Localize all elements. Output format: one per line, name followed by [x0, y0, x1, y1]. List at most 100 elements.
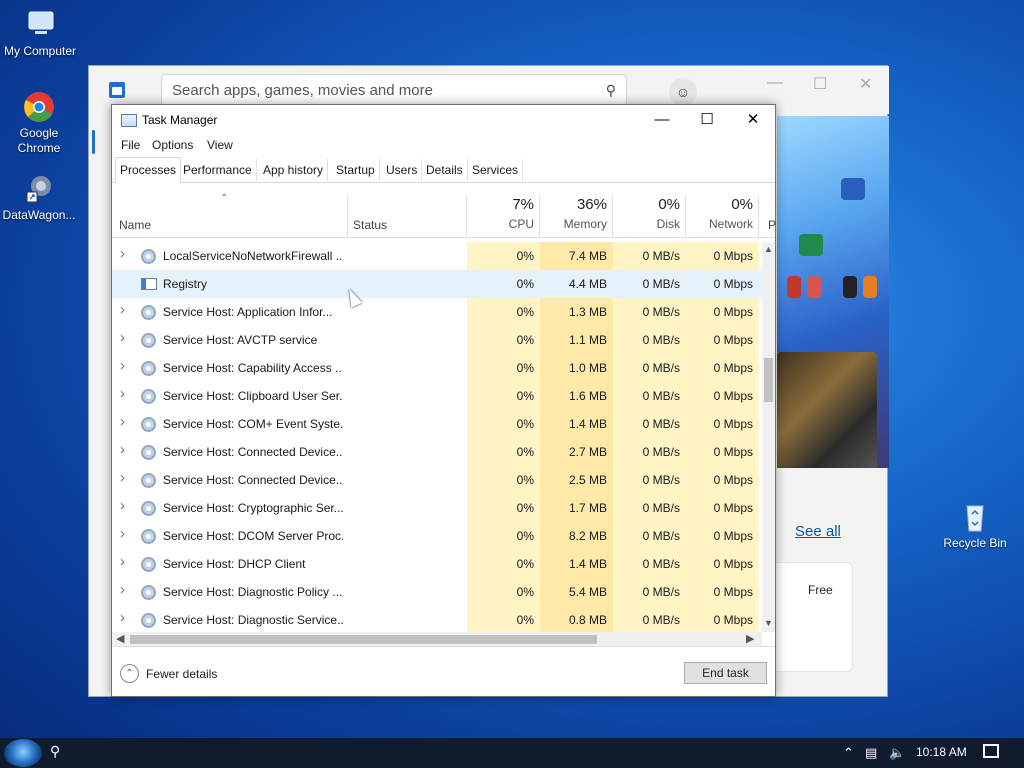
close-icon[interactable]: ✕ [731, 109, 775, 131]
process-disk: 0 MB/s [642, 277, 680, 291]
chevron-right-icon[interactable]: › [120, 413, 125, 430]
tab-performance[interactable]: Performance [179, 159, 257, 183]
column-divider[interactable] [347, 196, 348, 238]
table-row[interactable]: › Service Host: Connected Device... 0% 2.5 … [112, 466, 762, 494]
column-power-partial[interactable]: P [768, 218, 776, 232]
minimize-icon[interactable]: — [767, 74, 783, 92]
desktop-icon-label: My Computer [3, 44, 77, 58]
process-list: › LocalServiceNoNetworkFirewall ... 0% 7.4 … [112, 242, 762, 632]
vertical-scrollbar[interactable]: ▲ ▼ [762, 242, 775, 632]
footer: ⌃ Fewer details End task [112, 646, 775, 696]
desktop-icon-google-chrome[interactable]: Google Chrome [0, 90, 79, 156]
table-row[interactable]: › Service Host: AVCTP service 0% 1.1 MB 0 MB… [112, 326, 762, 354]
table-row[interactable]: › Service Host: Connected Device... 0% 2.7 … [112, 438, 762, 466]
table-row[interactable]: › Service Host: Capability Access ... 0% 1.… [112, 354, 762, 382]
table-row[interactable]: › Service Host: COM+ Event Syste... 0% 1.4 … [112, 410, 762, 438]
gear-icon [141, 305, 156, 320]
process-memory: 8.2 MB [568, 529, 607, 543]
chevron-right-icon[interactable]: › [120, 581, 125, 598]
process-memory: 1.1 MB [568, 333, 607, 347]
process-cpu: 0% [516, 473, 534, 487]
game-artwork[interactable] [777, 352, 877, 468]
store-hero-banner[interactable] [777, 116, 889, 468]
process-memory: 1.4 MB [568, 557, 607, 571]
desktop-icon-recycle-bin[interactable]: Recycle Bin [935, 500, 1015, 551]
menu-options[interactable]: Options [152, 138, 193, 152]
search-icon[interactable]: ⚲ [50, 743, 60, 760]
column-status[interactable]: Status [353, 218, 387, 232]
process-network: 0 Mbps [713, 333, 753, 347]
scroll-thumb[interactable] [130, 635, 597, 644]
account-icon[interactable]: ☺ [669, 78, 697, 106]
chevron-right-icon[interactable]: › [120, 497, 125, 514]
column-network[interactable]: 0% Network [681, 196, 753, 231]
chevron-up-icon[interactable]: ⌃ [120, 664, 139, 683]
table-row[interactable]: Registry 0% 4.4 MB 0 MB/s 0 Mbps [112, 270, 762, 298]
table-row[interactable]: › Service Host: DHCP Client 0% 1.4 MB 0 MB/s… [112, 550, 762, 578]
see-all-link[interactable]: See all [795, 523, 841, 540]
column-cpu[interactable]: 7% CPU [462, 196, 534, 231]
desktop-icon-my-computer[interactable]: My Computer [0, 8, 80, 59]
chevron-right-icon[interactable]: › [120, 357, 125, 374]
table-row[interactable]: › Service Host: DCOM Server Proc... 0% 8.2 … [112, 522, 762, 550]
chevron-right-icon[interactable]: › [120, 553, 125, 570]
chevron-right-icon[interactable]: › [120, 609, 125, 626]
chevron-right-icon[interactable]: › [120, 301, 125, 318]
chevron-right-icon[interactable]: › [120, 441, 125, 458]
memory-label: Memory [563, 217, 607, 231]
close-icon[interactable]: ✕ [859, 74, 872, 94]
scroll-left-icon[interactable]: ◀ [116, 632, 124, 645]
table-row[interactable]: › LocalServiceNoNetworkFirewall ... 0% 7.4 … [112, 242, 762, 270]
desktop-icon-datawagon[interactable]: DataWagon... [0, 172, 79, 223]
column-name[interactable]: Name [119, 218, 151, 232]
maximize-icon[interactable]: ☐ [685, 109, 729, 131]
menu-file[interactable]: File [121, 138, 140, 152]
process-disk: 0 MB/s [642, 249, 680, 263]
table-row[interactable]: › Service Host: Diagnostic Service... 0% 0.… [112, 606, 762, 632]
table-row[interactable]: › Service Host: Cryptographic Ser... 0% 1.7… [112, 494, 762, 522]
notification-icon[interactable] [983, 744, 999, 758]
tab-details[interactable]: Details [422, 159, 468, 183]
process-network: 0 Mbps [713, 389, 753, 403]
tab-startup[interactable]: Startup [332, 159, 380, 183]
horizontal-scrollbar[interactable]: ◀ ▶ [112, 632, 762, 646]
gear-icon [141, 333, 156, 348]
network-icon[interactable]: ▤ [865, 745, 877, 761]
chevron-right-icon[interactable]: › [120, 245, 125, 262]
table-row[interactable]: › Service Host: Clipboard User Ser... 0% 1.… [112, 382, 762, 410]
chevron-up-icon[interactable]: ⌃ [843, 745, 854, 761]
menu-view[interactable]: View [207, 138, 233, 152]
table-row[interactable]: › Service Host: Diagnostic Policy ... 0% 5.… [112, 578, 762, 606]
chevron-right-icon[interactable]: › [120, 469, 125, 486]
minimize-icon[interactable]: — [640, 109, 684, 131]
scroll-up-icon[interactable]: ▲ [764, 244, 773, 254]
fewer-details-link[interactable]: Fewer details [146, 667, 217, 681]
scroll-down-icon[interactable]: ▼ [764, 618, 773, 628]
tab-app-history[interactable]: App history [259, 159, 329, 183]
app-card[interactable]: Free [769, 562, 853, 672]
maximize-icon[interactable]: ☐ [813, 74, 827, 94]
search-icon[interactable]: ⚲ [606, 82, 616, 99]
scroll-thumb[interactable] [764, 358, 773, 402]
office-word-icon [841, 178, 865, 200]
scroll-right-icon[interactable]: ▶ [746, 632, 754, 645]
process-network: 0 Mbps [713, 249, 753, 263]
task-manager-title-bar[interactable]: Task Manager — ☐ ✕ [112, 105, 775, 135]
chevron-right-icon[interactable]: › [120, 385, 125, 402]
start-button[interactable] [4, 739, 42, 767]
column-divider[interactable] [758, 196, 759, 238]
store-search-input[interactable]: Search apps, games, movies and more ⚲ [161, 74, 627, 106]
tab-services[interactable]: Services [468, 159, 524, 183]
clock[interactable]: 10:18 AM [916, 745, 967, 759]
free-label: Free [808, 583, 833, 597]
table-row[interactable]: › Service Host: Application Infor... 0% 1.3… [112, 298, 762, 326]
chevron-right-icon[interactable]: › [120, 525, 125, 542]
chevron-right-icon[interactable]: › [120, 329, 125, 346]
column-disk[interactable]: 0% Disk [608, 196, 680, 231]
tab-processes[interactable]: Processes [115, 157, 182, 183]
column-memory[interactable]: 36% Memory [535, 196, 607, 231]
volume-icon[interactable]: 🔈 [889, 745, 905, 761]
process-cpu: 0% [516, 361, 534, 375]
end-task-button[interactable]: End task [684, 662, 767, 684]
tab-users[interactable]: Users [382, 159, 423, 183]
